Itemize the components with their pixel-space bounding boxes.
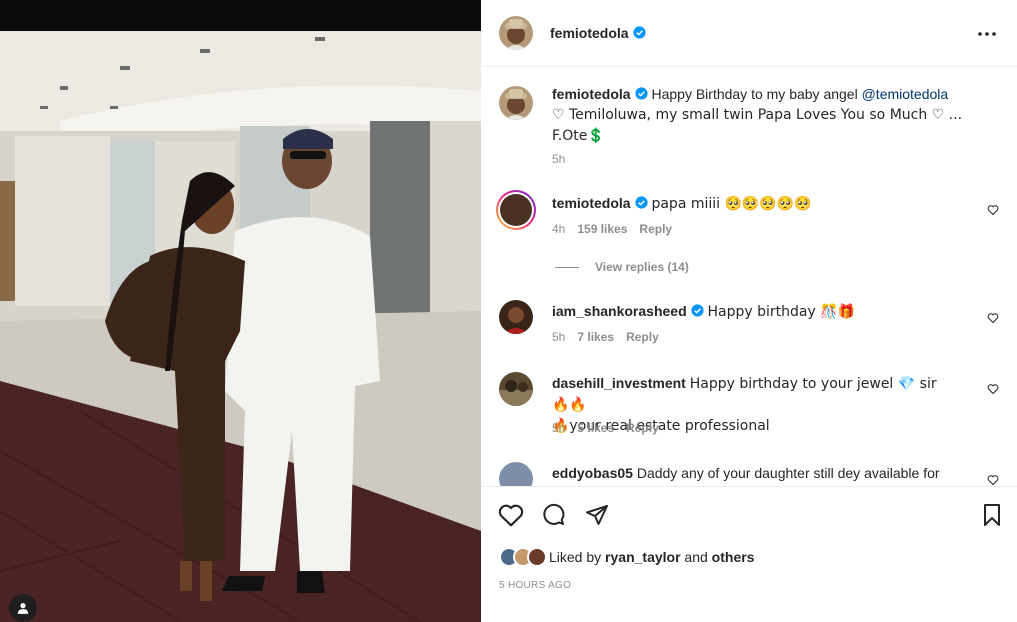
more-options-button[interactable] [975, 22, 999, 46]
comment-text: Daddy any of your daughter still dey ava… [636, 465, 940, 481]
caption-text: Happy Birthday to my baby angel [651, 86, 858, 102]
comment-likes[interactable]: 7 likes [577, 330, 614, 344]
caption-avatar[interactable] [499, 86, 533, 120]
comment-item: dasehill_investment Happy birthday to yo… [499, 372, 999, 442]
comment-username[interactable]: temiotedola [552, 195, 631, 211]
reply-button[interactable]: Reply [626, 421, 659, 435]
replies-divider [555, 267, 579, 269]
comment-text: papa miiii 🥺🥺🥺🥺🥺 [651, 196, 812, 212]
instagram-post-view: femiotedola femiotedola Happy Birthday t… [0, 0, 1017, 622]
comment-item: eddyobas05 Daddy any of your daughter st… [499, 462, 999, 486]
liked-by-user[interactable]: ryan_taylor [605, 549, 680, 565]
comment-likes[interactable]: 5 likes [577, 421, 614, 435]
comment-icon [543, 503, 565, 525]
author-avatar[interactable] [499, 16, 533, 50]
caption-username[interactable]: femiotedola [552, 86, 631, 102]
liker-avatars[interactable] [499, 547, 547, 567]
view-replies-label: View replies (14) [595, 260, 689, 274]
comment-likes[interactable]: 159 likes [577, 222, 627, 236]
comment-item: iam_shankorasheed Happy birthday 🎊🎁 5h 7 … [499, 300, 999, 360]
more-icon [978, 32, 996, 36]
caption: femiotedola Happy Birthday to my baby an… [499, 84, 999, 174]
comment-time[interactable]: 4h [552, 222, 565, 236]
comment-text: Happy birthday 🎊🎁 [707, 304, 856, 320]
comment-username[interactable]: iam_shankorasheed [552, 303, 687, 319]
caption-time[interactable]: 5h [552, 152, 565, 166]
heart-small-icon[interactable] [987, 204, 999, 216]
comments-list: femiotedola Happy Birthday to my baby an… [481, 68, 1017, 486]
commenter-avatar[interactable] [499, 462, 533, 486]
post-photo[interactable] [0, 0, 481, 622]
like-button[interactable] [498, 502, 524, 528]
view-replies-button[interactable]: View replies (14) [555, 260, 689, 274]
share-icon [586, 505, 608, 525]
comment-username[interactable]: dasehill_investment [552, 375, 686, 391]
comment-username[interactable]: eddyobas05 [552, 465, 633, 481]
verified-icon [634, 196, 648, 209]
liked-by-and: and [684, 549, 708, 565]
user-tag-button[interactable] [9, 594, 37, 622]
verified-icon [632, 26, 646, 39]
user-tag-icon [17, 603, 29, 614]
commenter-avatar[interactable] [499, 372, 533, 406]
post-actions: Liked by ryan_taylor and others 5 HOURS … [481, 486, 1017, 622]
commenter-avatar[interactable] [496, 190, 536, 230]
comment-time[interactable]: 5h [552, 421, 565, 435]
heart-small-icon[interactable] [987, 474, 999, 486]
caption-line-3: F.Ote💲 [552, 128, 605, 144]
heart-small-icon[interactable] [987, 312, 999, 324]
caption-mention[interactable]: @temiotedola [862, 86, 949, 102]
liked-by-others[interactable]: others [712, 549, 755, 565]
comment-item: temiotedola papa miiii 🥺🥺🥺🥺🥺 4h 159 likes… [496, 190, 999, 270]
commenter-avatar[interactable] [499, 300, 533, 334]
liked-by-prefix: Liked by [549, 549, 602, 565]
liker-avatar [527, 547, 547, 567]
comment-button[interactable] [540, 502, 566, 528]
save-button[interactable] [979, 502, 1005, 528]
photo-top-bar [0, 0, 481, 31]
liked-by: Liked by ryan_taylor and others [499, 547, 754, 567]
reply-button[interactable]: Reply [626, 330, 659, 344]
save-icon [984, 504, 1000, 526]
caption-line-2: ♡ Temiloluwa, my small twin Papa Loves Y… [552, 107, 963, 123]
heart-small-icon[interactable] [987, 383, 999, 395]
post-image [0, 31, 481, 622]
author-username[interactable]: femiotedola [550, 25, 629, 41]
comment-time[interactable]: 5h [552, 330, 565, 344]
verified-icon [691, 304, 704, 317]
post-timestamp[interactable]: 5 HOURS AGO [499, 580, 571, 591]
like-icon [498, 504, 524, 527]
share-button[interactable] [584, 502, 610, 528]
reply-button[interactable]: Reply [639, 222, 672, 236]
verified-icon [634, 87, 648, 100]
post-header: femiotedola [481, 0, 1017, 67]
post-side-panel: femiotedola femiotedola Happy Birthday t… [481, 0, 1017, 622]
